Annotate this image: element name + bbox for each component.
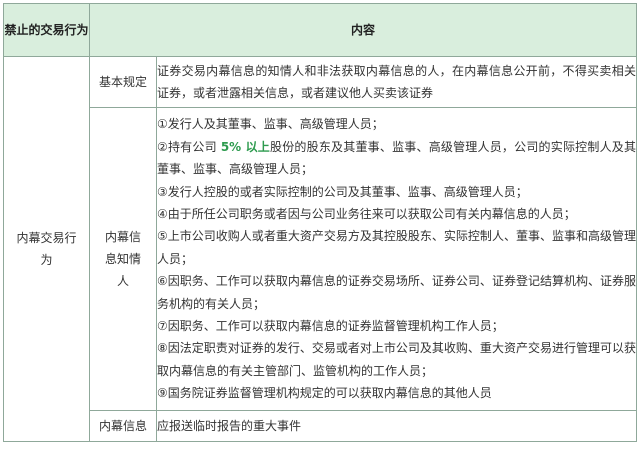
insider-item: ④由于所任公司职务或者因与公司业务往来可以获取公司有关内幕信息的人员；: [157, 206, 576, 221]
insider-item: ②持有公司 5% 以上股份的股东及其董事、监事、高级管理人员，公司的实际控制人及…: [157, 139, 637, 177]
table-row: 内幕交易行为 基本规定 证券交易内幕信息的知情人和非法获取内幕信息的人，在内幕信…: [3, 56, 638, 442]
insider-info-text: 应报送临时报告的重大事件: [155, 410, 638, 442]
highlight-percent: 5% 以上: [220, 139, 270, 154]
header-content: 内容: [88, 3, 638, 57]
insider-item: ⑤上市公司收购人或者重大资产交易方及其控股股东、实际控制人、董事、监事和高级管理…: [157, 229, 637, 266]
insider-item: ⑥因职务、工作可以获取内幕信息的证券交易场所、证券公司、证券登记结算机构、证券服…: [157, 274, 637, 311]
insider-item: ⑦因职务、工作可以获取内幕信息的证券监督管理机构工作人员；: [157, 319, 504, 334]
header-row: 禁止的交易行为 内容: [3, 3, 638, 57]
insiders-list: ①发行人及其董事、监事、高级管理人员； ②持有公司 5% 以上股份的股东及其董事…: [155, 107, 638, 411]
insider-item: ③发行人控股的或者实际控制的公司及其董事、监事、高级管理人员；: [157, 184, 528, 199]
insider-item: ①发行人及其董事、监事、高级管理人员；: [157, 117, 384, 132]
insider-info-label: 内幕信息: [89, 410, 157, 442]
basic-rule-label: 基本规定: [89, 56, 157, 108]
insider-item: ⑧因法定职责对证券的发行、交易或者对上市公司及其收购、重大资产交易进行管理可以获…: [157, 341, 637, 378]
table-row: 内幕信息 应报送临时报告的重大事件: [4, 410, 638, 442]
section-label: 内幕交易行为: [3, 56, 90, 442]
table-row: 内幕信息知情人 ①发行人及其董事、监事、高级管理人员； ②持有公司 5% 以上股…: [4, 107, 638, 411]
insiders-label: 内幕信息知情人: [89, 107, 157, 411]
header-prohibited-behavior: 禁止的交易行为: [3, 3, 90, 57]
insider-item: ⑨国务院证券监督管理机构规定的可以获取内幕信息的其他人员: [157, 386, 492, 401]
basic-rule-text: 证券交易内幕信息的知情人和非法获取内幕信息的人，在内幕信息公开前，不得买卖相关证…: [155, 56, 638, 108]
rules-table: 禁止的交易行为 内容 内幕交易行为 基本规定 证券交易内幕信息的知情人和非法获取…: [3, 3, 638, 442]
